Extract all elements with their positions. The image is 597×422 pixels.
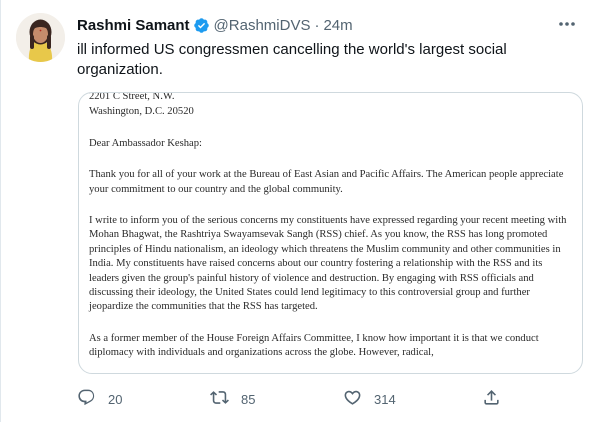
retweet-icon (210, 388, 229, 410)
avatar-image (16, 13, 65, 62)
retweet-button[interactable]: 85 (210, 387, 255, 411)
tweet-header: Rashmi Samant @RashmiDVS · 24m (77, 14, 353, 36)
author-handle[interactable]: @RashmiDVS (214, 17, 311, 34)
reply-count: 20 (108, 391, 123, 407)
letter-salutation: Dear Ambassador Keshap: (89, 137, 202, 149)
tweet[interactable]: Rashmi Samant @RashmiDVS · 24m ill infor… (0, 0, 597, 422)
separator-dot: · (314, 16, 320, 34)
avatar[interactable] (16, 13, 65, 62)
retweet-count: 85 (241, 391, 256, 407)
reply-button[interactable]: 20 (77, 387, 122, 411)
letter-paragraph: Thank you for all of your work at the Bu… (89, 169, 564, 195)
letter-paragraph: I write to inform you of the serious con… (89, 215, 567, 313)
like-count: 314 (374, 391, 396, 407)
letter-image[interactable]: 2201 C Street, N.W. Washington, D.C. 205… (78, 92, 583, 374)
verified-badge-icon (193, 17, 210, 34)
more-icon[interactable] (554, 12, 580, 36)
letter-document: 2201 C Street, N.W. Washington, D.C. 205… (89, 93, 575, 361)
like-button[interactable]: 314 (343, 387, 396, 411)
letter-address-line2: Washington, D.C. 20520 (89, 106, 194, 118)
like-icon (343, 388, 362, 410)
share-button[interactable] (482, 387, 501, 411)
author-name[interactable]: Rashmi Samant (77, 17, 190, 34)
letter-paragraph: As a former member of the House Foreign … (89, 332, 539, 359)
tweet-text: ill informed US congressmen cancelling t… (77, 41, 507, 78)
timestamp[interactable]: 24m (323, 17, 352, 34)
share-icon (482, 388, 501, 410)
letter-address-line1: 2201 C Street, N.W. (89, 92, 175, 102)
action-bar: 20 85 314 (77, 387, 517, 411)
reply-icon (77, 388, 96, 410)
